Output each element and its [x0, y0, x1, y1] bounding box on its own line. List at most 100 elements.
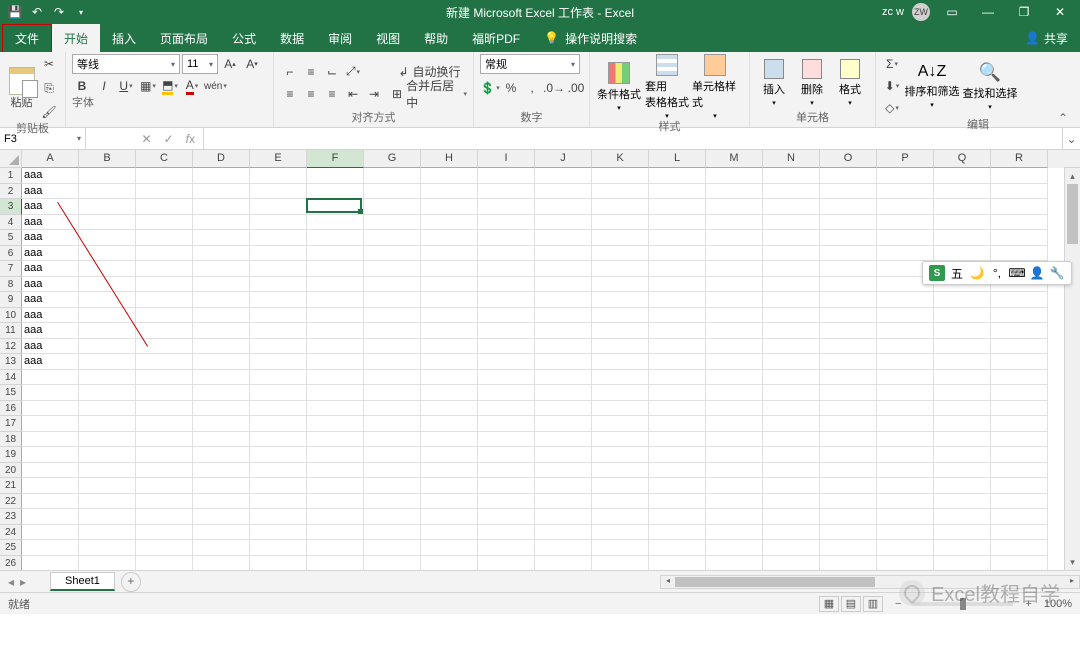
cell[interactable] [307, 385, 364, 401]
cell[interactable] [421, 540, 478, 556]
cell[interactable] [592, 401, 649, 417]
cell[interactable]: aaa [22, 246, 79, 262]
cell[interactable] [250, 540, 307, 556]
cell[interactable] [193, 323, 250, 339]
cell[interactable] [364, 509, 421, 525]
cell[interactable] [649, 525, 706, 541]
cell[interactable] [820, 556, 877, 571]
cell[interactable] [763, 323, 820, 339]
cell[interactable] [877, 215, 934, 231]
cell[interactable] [136, 308, 193, 324]
col-header[interactable]: B [79, 150, 136, 168]
cell[interactable] [136, 478, 193, 494]
cell[interactable] [364, 168, 421, 184]
col-header[interactable]: N [763, 150, 820, 168]
cell[interactable] [22, 401, 79, 417]
cell[interactable] [136, 432, 193, 448]
cell[interactable] [421, 323, 478, 339]
cell[interactable] [592, 215, 649, 231]
cell[interactable] [649, 246, 706, 262]
cell[interactable] [877, 556, 934, 571]
page-layout-icon[interactable]: ▤ [841, 596, 861, 612]
cell[interactable] [307, 323, 364, 339]
cell[interactable] [535, 230, 592, 246]
cell[interactable] [307, 184, 364, 200]
cell[interactable] [364, 215, 421, 231]
cell[interactable] [877, 401, 934, 417]
cell[interactable] [535, 168, 592, 184]
cell[interactable] [592, 509, 649, 525]
cell[interactable] [364, 432, 421, 448]
cell[interactable]: aaa [22, 308, 79, 324]
cell[interactable] [421, 339, 478, 355]
cell[interactable] [250, 478, 307, 494]
cell[interactable] [649, 447, 706, 463]
cell[interactable] [877, 323, 934, 339]
col-header[interactable]: A [22, 150, 79, 168]
clear-icon[interactable]: ◇ [882, 98, 902, 118]
cell[interactable] [535, 540, 592, 556]
cell[interactable] [478, 509, 535, 525]
cell[interactable] [421, 525, 478, 541]
cell[interactable] [478, 323, 535, 339]
cell[interactable] [991, 540, 1048, 556]
cell[interactable] [706, 168, 763, 184]
ime-punct-icon[interactable]: °, [989, 265, 1005, 281]
orientation-icon[interactable]: ⤢ [343, 62, 363, 82]
cell[interactable] [763, 432, 820, 448]
cell[interactable] [421, 556, 478, 571]
cell[interactable] [193, 401, 250, 417]
cell[interactable] [193, 556, 250, 571]
cell[interactable] [934, 323, 991, 339]
cell[interactable] [136, 292, 193, 308]
cell[interactable] [820, 385, 877, 401]
cell[interactable] [136, 370, 193, 386]
cell[interactable] [763, 525, 820, 541]
tab-插入[interactable]: 插入 [100, 24, 148, 52]
cell[interactable] [535, 354, 592, 370]
cell[interactable] [250, 168, 307, 184]
save-icon[interactable]: 💾 [6, 3, 24, 21]
tab-页面布局[interactable]: 页面布局 [148, 24, 220, 52]
cell[interactable] [250, 447, 307, 463]
cell[interactable] [706, 215, 763, 231]
accept-formula-icon[interactable]: ✓ [164, 132, 174, 146]
cell[interactable] [877, 540, 934, 556]
cell[interactable] [79, 463, 136, 479]
row-header[interactable]: 23 [0, 509, 22, 525]
hscroll-thumb[interactable] [675, 577, 875, 587]
cell[interactable] [421, 463, 478, 479]
cell[interactable] [79, 215, 136, 231]
cell[interactable] [421, 308, 478, 324]
cell[interactable] [79, 556, 136, 571]
cell[interactable] [307, 261, 364, 277]
cell[interactable] [706, 401, 763, 417]
cell[interactable] [877, 354, 934, 370]
decrease-indent-icon[interactable]: ⇤ [343, 84, 363, 104]
cell[interactable] [535, 277, 592, 293]
cell[interactable] [649, 339, 706, 355]
cell[interactable] [307, 168, 364, 184]
cell[interactable] [250, 292, 307, 308]
scroll-left-icon[interactable]: ◂ [661, 576, 675, 588]
cell[interactable] [934, 385, 991, 401]
cell[interactable] [820, 215, 877, 231]
cell[interactable] [478, 401, 535, 417]
cell[interactable] [991, 525, 1048, 541]
cell[interactable] [307, 416, 364, 432]
cell[interactable] [79, 416, 136, 432]
cell[interactable] [649, 292, 706, 308]
border-button[interactable]: ▦ [138, 76, 158, 96]
cell[interactable] [820, 401, 877, 417]
zoom-out-button[interactable]: − [891, 598, 905, 610]
cell[interactable] [307, 292, 364, 308]
cell[interactable] [79, 447, 136, 463]
cell[interactable] [478, 416, 535, 432]
ime-user-icon[interactable]: 👤 [1029, 265, 1045, 281]
cell[interactable] [79, 494, 136, 510]
cell[interactable] [706, 509, 763, 525]
tab-公式[interactable]: 公式 [220, 24, 268, 52]
cell[interactable] [364, 556, 421, 571]
cell[interactable] [364, 401, 421, 417]
cell[interactable] [250, 463, 307, 479]
